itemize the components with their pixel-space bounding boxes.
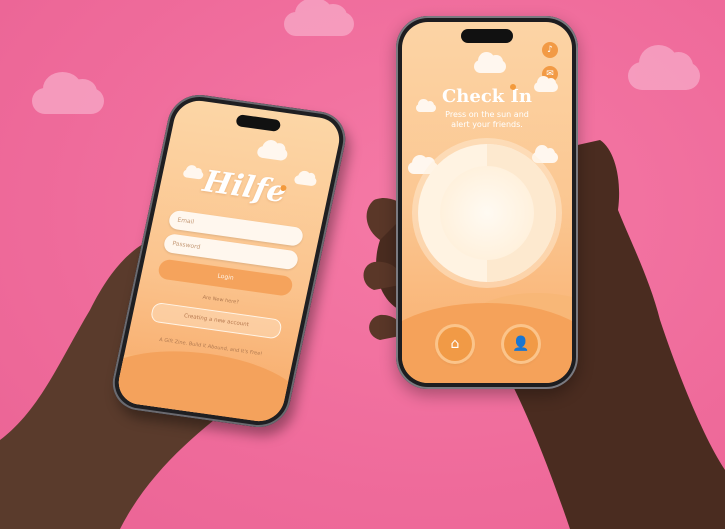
page-title: Check In [441, 86, 533, 107]
checkin-phone: ♪ ✉ Check In Press on the sun and alert … [396, 16, 578, 389]
checkin-screen: ♪ ✉ Check In Press on the sun and alert … [402, 22, 572, 383]
dynamic-island [235, 114, 282, 133]
background-cloud [284, 0, 354, 36]
sun-core [440, 166, 534, 260]
sun-dot [510, 84, 516, 90]
app-logo: Hilfe [199, 164, 290, 211]
profile-icon: 👤 [512, 336, 530, 352]
subtitle-line: Press on the sun and [445, 110, 529, 119]
hill [402, 303, 572, 383]
checkin-sun-button[interactable] [418, 144, 556, 282]
cloud-icon [256, 145, 289, 162]
scene: Hilfe Email Password Login Are New here?… [0, 0, 725, 529]
speaker-icon[interactable]: ♪ [542, 42, 558, 58]
home-icon: ⌂ [450, 336, 460, 352]
cloud-icon [474, 52, 506, 73]
subtitle: Press on the sun and alert your friends. [402, 110, 572, 130]
profile-button[interactable]: 👤 [504, 327, 538, 361]
home-button[interactable]: ⌂ [438, 327, 472, 361]
background-cloud [32, 72, 104, 114]
subtitle-line: alert your friends. [451, 120, 523, 129]
dynamic-island [461, 29, 513, 43]
background-cloud [628, 45, 700, 90]
